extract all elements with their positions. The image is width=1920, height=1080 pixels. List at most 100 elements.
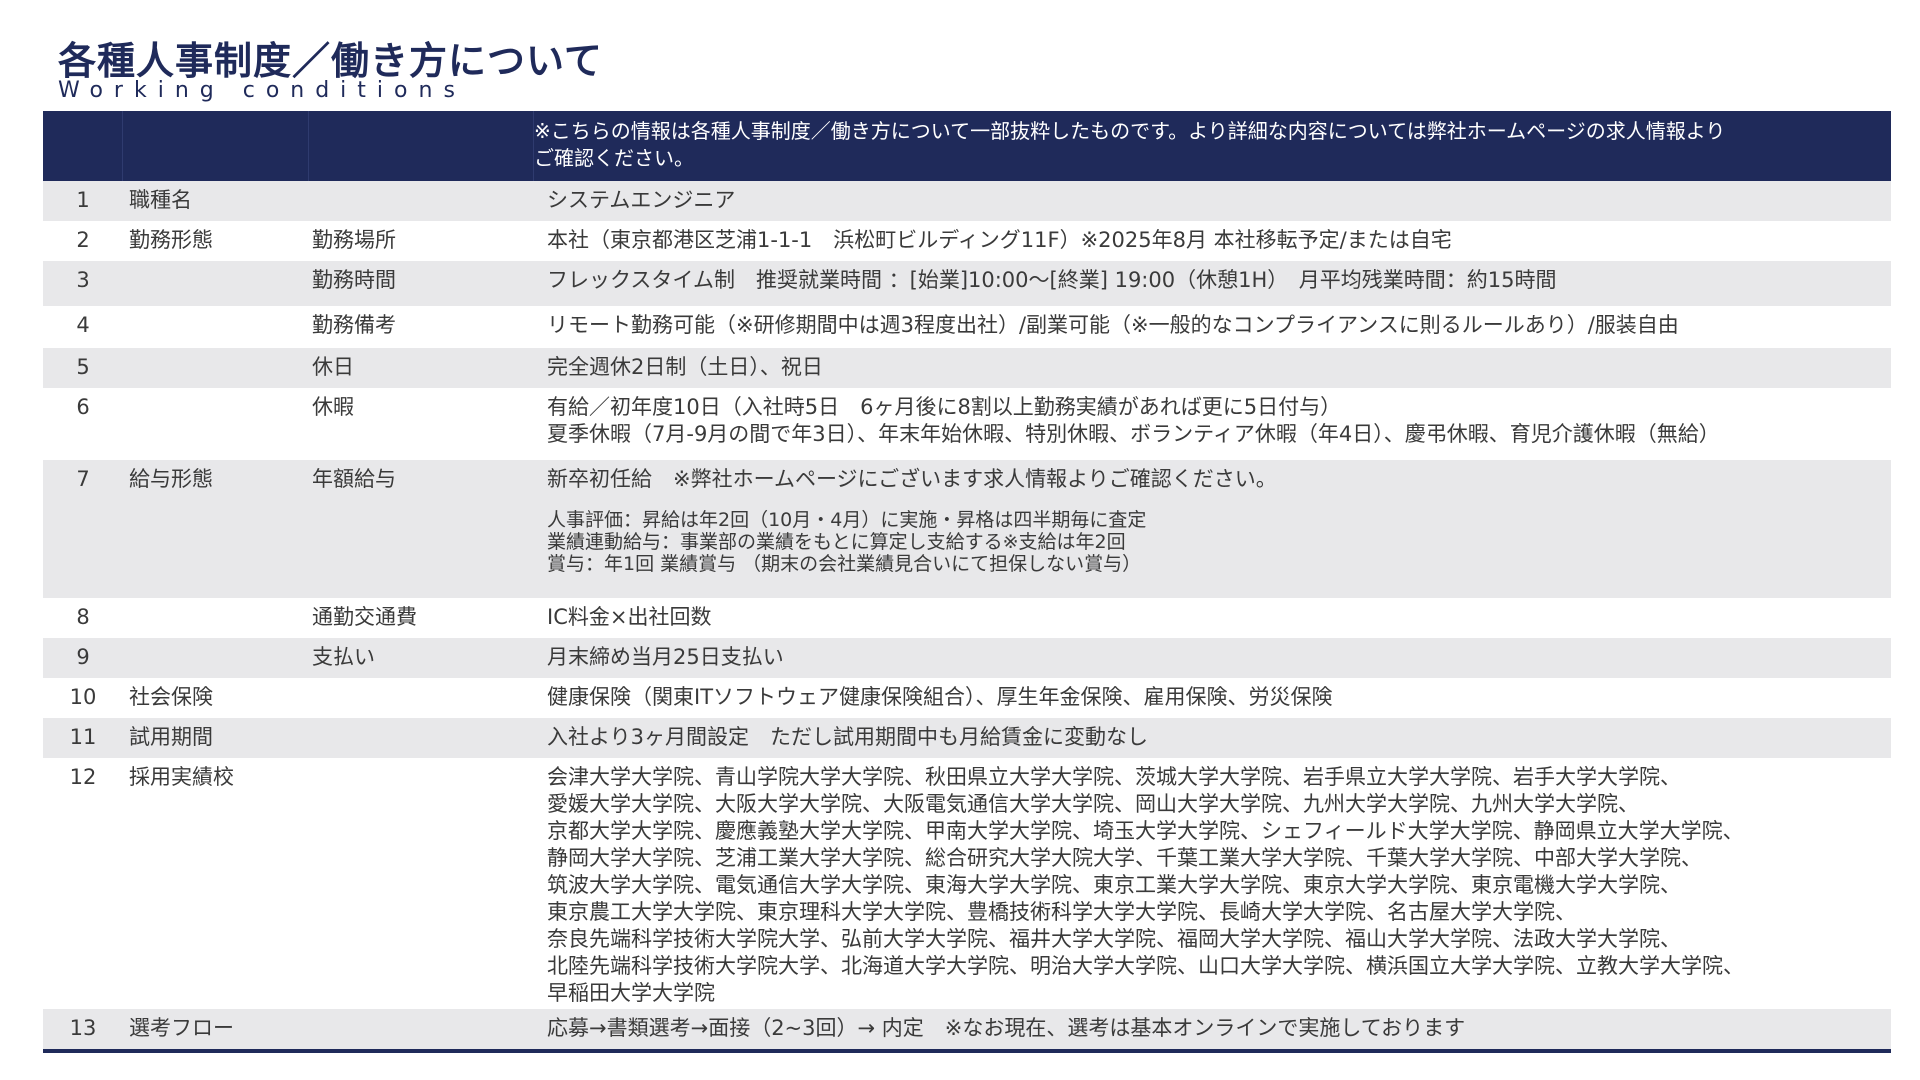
row-content: 入社より3ヶ月間設定 ただし試用期間中も月給賃金に変動なし: [534, 718, 1891, 758]
row-content-line: 応募→書類選考→面接（2~3回）→ 内定 ※なお現在、選考は基本オンラインで実施…: [547, 1016, 1466, 1040]
row-category: 勤務形態: [129, 228, 213, 252]
row-number: 3: [76, 268, 90, 292]
row-category: [123, 638, 309, 678]
row-category: 社会保険: [129, 685, 213, 709]
row-number: 5: [76, 355, 90, 379]
row-item: 勤務場所: [312, 228, 396, 252]
table-row: 11 試用期間 入社より3ヶ月間設定 ただし試用期間中も月給賃金に変動なし: [43, 718, 1891, 758]
row-content-line: 完全週休2日制（土日）、祝日: [547, 355, 823, 379]
row-content-line: フレックスタイム制 推奨就業時間 ：[始業]10:00～[終業] 19:00（休…: [547, 268, 1557, 292]
conditions-table: ※こちらの情報は各種人事制度／働き方について一部抜粋したものです。より詳細な内容…: [43, 111, 1891, 1053]
header-cell-no: [43, 111, 123, 181]
table-body: 1 職種名 システムエンジニア 2 勤務形態 勤務場所 本社（東京都港区芝浦1-1-1 浜松…: [43, 181, 1891, 1049]
row-content: リモート勤務可能（※研修期間中は週3程度出社）/副業可能（※一般的なコンプライア…: [534, 306, 1891, 348]
row-content: 有給／初年度10日（入社時5日 6ヶ月後に8割以上勤務実績があれば更に5日付与）…: [534, 388, 1891, 460]
row-number: 2: [76, 228, 90, 252]
table-row: 6 休暇 有給／初年度10日（入社時5日 6ヶ月後に8割以上勤務実績があれば更に5日…: [43, 388, 1891, 460]
table-row: 1 職種名 システムエンジニア: [43, 181, 1891, 221]
row-number: 13: [69, 1016, 97, 1040]
row-content-line: 本社（東京都港区芝浦1-1-1 浜松町ビルディング11F）※2025年8月 本社…: [547, 228, 1452, 252]
row-number: 8: [76, 605, 90, 629]
row-content: システムエンジニア: [534, 181, 1891, 221]
row-number: 4: [76, 313, 90, 337]
row-number: 1: [76, 188, 90, 212]
row-item: 通勤交通費: [312, 605, 417, 629]
table-row: 2 勤務形態 勤務場所 本社（東京都港区芝浦1-1-1 浜松町ビルディング11F）※2…: [43, 221, 1891, 261]
table-row: 3 勤務時間 フレックスタイム制 推奨就業時間 ：[始業]10:00～[終業] 19…: [43, 261, 1891, 306]
header-note: ※こちらの情報は各種人事制度／働き方について一部抜粋したものです。より詳細な内容…: [534, 111, 1891, 181]
row-content-line: リモート勤務可能（※研修期間中は週3程度出社）/副業可能（※一般的なコンプライア…: [547, 313, 1679, 337]
row-content-subline: 業績連動給与：事業部の業績をもとに算定し支給する※支給は年2回: [547, 531, 1126, 553]
row-number: 12: [69, 765, 97, 789]
row-content: 応募→書類選考→面接（2~3回）→ 内定 ※なお現在、選考は基本オンラインで実施…: [534, 1009, 1891, 1049]
row-number: 10: [69, 685, 97, 709]
row-content: 新卒初任給 ※弊社ホームページにございます求人情報よりご確認ください。 人事評価：…: [534, 460, 1891, 598]
row-content-line: 愛媛大学大学院、大阪大学大学院、大阪電気通信大学大学院、岡山大学大学院、九州大学…: [547, 792, 1639, 816]
row-content-subline: 賞与：年1回 業績賞与 （期末の会社業績見合いにて担保しない賞与）: [547, 553, 1142, 575]
row-content-line: 奈良先端科学技術大学院大学、弘前大学大学院、福井大学大学院、福岡大学大学院、福山…: [547, 927, 1681, 951]
page-title: 各種人事制度／働き方について: [58, 39, 603, 83]
table-row: 12 採用実績校 会津大学大学院、青山学院大学大学院、秋田県立大学大学院、茨城大学大…: [43, 758, 1891, 1009]
table-row: 13 選考フロー 応募→書類選考→面接（2~3回）→ 内定 ※なお現在、選考は基本オ…: [43, 1009, 1891, 1049]
row-content: 完全週休2日制（土日）、祝日: [534, 348, 1891, 388]
row-content-subline: 人事評価：昇給は年2回（10月・4月）に実施・昇格は四半期毎に査定: [547, 509, 1147, 531]
table-row: 8 通勤交通費 IC料金×出社回数: [43, 598, 1891, 638]
row-number: 6: [76, 395, 90, 419]
row-content-line: 筑波大学大学院、電気通信大学大学院、東海大学大学院、東京工業大学大学院、東京大学…: [547, 873, 1681, 897]
row-content-line: 夏季休暇（7月-9月の間で年3日）、年末年始休暇、特別休暇、ボランティア休暇（年…: [547, 422, 1720, 446]
row-item: [309, 1009, 534, 1049]
header-cell-item: [309, 111, 534, 181]
row-category: [123, 348, 309, 388]
row-category: [123, 388, 309, 460]
row-item: 休日: [312, 355, 354, 379]
row-number: 11: [69, 725, 97, 749]
table-row: 9 支払い 月末締め当月25日支払い: [43, 638, 1891, 678]
row-content: 健康保険（関東ITソフトウェア健康保険組合）、厚生年金保険、雇用保険、労災保険: [534, 678, 1891, 718]
row-number: 9: [76, 645, 90, 669]
table-row: 5 休日 完全週休2日制（土日）、祝日: [43, 348, 1891, 388]
row-category: 職種名: [129, 188, 192, 212]
row-content-line: 入社より3ヶ月間設定 ただし試用期間中も月給賃金に変動なし: [547, 725, 1148, 749]
row-content-line: 会津大学大学院、青山学院大学大学院、秋田県立大学大学院、茨城大学大学院、岩手県立…: [547, 765, 1681, 789]
row-content-line: 東京農工大学大学院、東京理科大学大学院、豊橋技術科学大学大学院、長崎大学大学院、…: [547, 900, 1576, 924]
table-row: 10 社会保険 健康保険（関東ITソフトウェア健康保険組合）、厚生年金保険、雇用保険…: [43, 678, 1891, 718]
header-note-line: ご確認ください。: [534, 146, 694, 170]
header-note-line: ※こちらの情報は各種人事制度／働き方について一部抜粋したものです。より詳細な内容…: [534, 119, 1726, 143]
header-cell-category: [123, 111, 309, 181]
row-content-line: IC料金×出社回数: [547, 605, 712, 629]
row-category: [123, 598, 309, 638]
row-content-line: 健康保険（関東ITソフトウェア健康保険組合）、厚生年金保険、雇用保険、労災保険: [547, 685, 1333, 709]
row-content-line: 静岡大学大学院、芝浦工業大学大学院、総合研究大学大院大学、千葉工業大学大学院、千…: [547, 846, 1702, 870]
row-item: [309, 718, 534, 758]
table-header-row: ※こちらの情報は各種人事制度／働き方について一部抜粋したものです。より詳細な内容…: [43, 111, 1891, 181]
table-bottom-border: [43, 1049, 1891, 1053]
row-content-line: 京都大学大学院、慶應義塾大学大学院、甲南大学大学院、埼玉大学大学院、シェフィール…: [547, 819, 1744, 843]
row-item: [309, 678, 534, 718]
row-content: IC料金×出社回数: [534, 598, 1891, 638]
row-item: 年額給与: [312, 467, 396, 491]
table-row: 4 勤務備考 リモート勤務可能（※研修期間中は週3程度出社）/副業可能（※一般的なコ…: [43, 306, 1891, 348]
row-content: 本社（東京都港区芝浦1-1-1 浜松町ビルディング11F）※2025年8月 本社…: [534, 221, 1891, 261]
row-category: [123, 261, 309, 306]
row-content: 月末締め当月25日支払い: [534, 638, 1891, 678]
row-content-line: システムエンジニア: [547, 188, 736, 212]
row-content-line: 早稲田大学大学院: [547, 981, 715, 1005]
row-category: 給与形態: [129, 467, 213, 491]
row-content: フレックスタイム制 推奨就業時間 ：[始業]10:00～[終業] 19:00（休…: [534, 261, 1891, 306]
row-content: 会津大学大学院、青山学院大学大学院、秋田県立大学大学院、茨城大学大学院、岩手県立…: [534, 758, 1891, 1009]
row-category: 選考フロー: [129, 1016, 234, 1040]
row-item: 支払い: [312, 645, 375, 669]
row-item: [309, 758, 534, 1009]
row-category: [123, 306, 309, 348]
row-content-line: 有給／初年度10日（入社時5日 6ヶ月後に8割以上勤務実績があれば更に5日付与）: [547, 395, 1342, 419]
row-content-line: 北陸先端科学技術大学院大学、北海道大学大学院、明治大学大学院、山口大学大学院、横…: [547, 954, 1744, 978]
row-number: 7: [76, 467, 90, 491]
row-category: 試用期間: [129, 725, 213, 749]
row-item: 休暇: [312, 395, 354, 419]
row-item: 勤務備考: [312, 313, 396, 337]
row-content-line: 新卒初任給 ※弊社ホームページにございます求人情報よりご確認ください。: [547, 467, 1277, 491]
row-item: [309, 181, 534, 221]
page-subtitle: Working conditions: [58, 78, 466, 103]
row-item: 勤務時間: [312, 268, 396, 292]
